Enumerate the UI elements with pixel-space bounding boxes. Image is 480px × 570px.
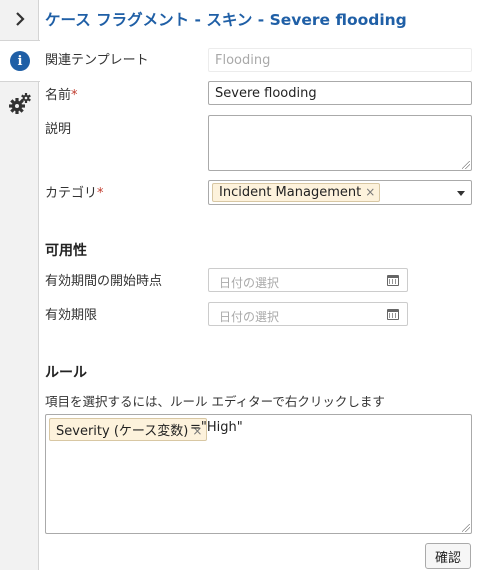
confirm-button[interactable]: 確認 <box>425 543 471 569</box>
availability-heading: 可用性 <box>45 243 87 259</box>
resize-grip-icon[interactable] <box>462 161 470 169</box>
tag-remove-icon[interactable]: × <box>365 185 375 199</box>
rule-variable-tag[interactable]: Severity (ケース変数) × <box>49 418 208 441</box>
required-marker: * <box>71 88 78 103</box>
category-tag: Incident Management × <box>212 183 381 202</box>
resize-grip-icon[interactable] <box>462 524 470 532</box>
template-field: Flooding <box>208 48 472 72</box>
name-label: 名前* <box>45 84 78 103</box>
category-tag-label: Incident Management <box>219 185 362 200</box>
side-rail: i <box>0 0 40 570</box>
page-title: ケース フラグメント - スキン - Severe flooding <box>45 11 407 29</box>
start-date-placeholder: 日付の選択 <box>219 276 280 290</box>
rules-hint: 項目を選択するには、ルール エディターで右クリックします <box>45 394 385 409</box>
info-icon: i <box>10 51 30 71</box>
name-label-text: 名前 <box>45 88 72 103</box>
info-tab[interactable]: i <box>0 40 40 82</box>
category-label-text: カテゴリ <box>45 186 98 201</box>
rule-expression: ="High" <box>190 420 243 435</box>
chevron-right-icon[interactable] <box>0 6 39 32</box>
start-date-picker[interactable]: 日付の選択 <box>208 268 408 292</box>
gears-icon[interactable] <box>0 88 39 120</box>
description-label: 説明 <box>45 122 72 137</box>
category-label: カテゴリ* <box>45 182 104 201</box>
template-value: Flooding <box>215 53 271 68</box>
end-date-placeholder: 日付の選択 <box>219 310 280 324</box>
rule-editor[interactable]: Severity (ケース変数) × <box>45 414 472 534</box>
end-date-label: 有効期限 <box>45 308 98 323</box>
start-date-label: 有効期間の開始時点 <box>45 274 163 289</box>
calendar-icon[interactable] <box>387 309 399 320</box>
calendar-icon[interactable] <box>387 275 399 286</box>
description-textarea[interactable] <box>208 115 472 171</box>
name-input[interactable]: Severe flooding <box>208 81 472 105</box>
chevron-down-icon[interactable] <box>457 191 465 196</box>
name-value: Severe flooding <box>215 86 317 101</box>
end-date-picker[interactable]: 日付の選択 <box>208 302 408 326</box>
template-label: 関連テンプレート <box>45 53 149 68</box>
rule-variable-label: Severity (ケース変数) <box>56 424 189 439</box>
required-marker: * <box>97 186 104 201</box>
category-select[interactable]: Incident Management × <box>208 180 472 205</box>
rules-heading: ルール <box>45 365 87 381</box>
